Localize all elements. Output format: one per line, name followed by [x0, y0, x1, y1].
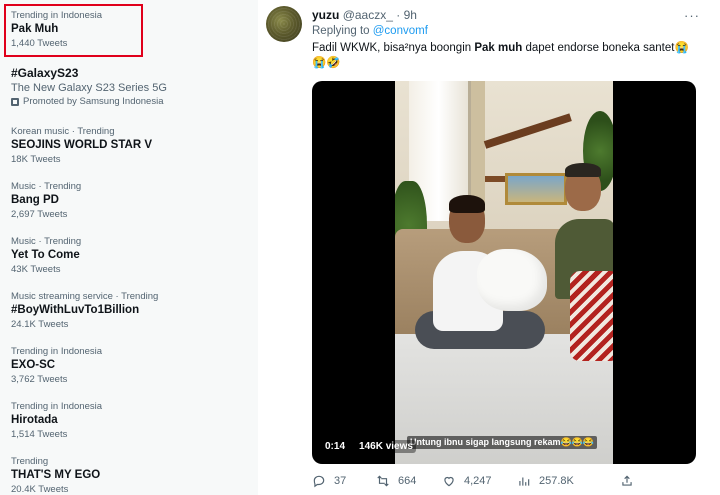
scene-person [570, 271, 613, 361]
trend-item[interactable]: Music streaming service · Trending #BoyW… [11, 291, 251, 331]
trend-name: Yet To Come [11, 249, 80, 261]
user-handle[interactable]: @aaczx_ [343, 8, 393, 22]
retweet-button[interactable]: 664 [376, 474, 416, 488]
retweet-count: 664 [398, 475, 417, 487]
video-caption: Untung ibnu sigap langsung rekam😂😂😂 [407, 436, 598, 449]
trend-name: SEOJINS WORLD STAR V [11, 139, 152, 151]
tweet-text: Fadil WKWK, bisa²nya boongin Pak muh dap… [312, 41, 712, 71]
video-frame: Untung ibnu sigap langsung rekam😂😂😂 [395, 81, 613, 464]
share-icon [622, 475, 632, 486]
mention-link[interactable]: @convomf [373, 25, 428, 37]
tweet-actions: 37 664 4,247 257.8K [312, 474, 662, 490]
trend-context: Music streaming service · Trending [11, 291, 159, 302]
trend-count: 3,762 Tweets [11, 374, 68, 385]
more-options-icon[interactable]: ··· [684, 8, 700, 23]
trend-count: 43K Tweets [11, 264, 61, 275]
trend-context: Music · Trending [11, 181, 82, 192]
promoted-trend-item[interactable]: #GalaxyS23 The New Galaxy S23 Series 5G … [11, 66, 251, 108]
trend-context: Trending in Indonesia [11, 401, 103, 412]
trend-name: #BoyWithLuvTo1Billion [11, 304, 140, 316]
share-button[interactable] [620, 474, 634, 488]
tweet[interactable]: yuzu @aaczx_ · 9h ··· Replying to @convo… [258, 0, 720, 495]
views-button[interactable]: 257.8K [517, 474, 574, 488]
trend-item[interactable]: Trending in Indonesia EXO-SC 3,762 Tweet… [11, 346, 251, 386]
trend-item[interactable]: Music · Trending Bang PD 2,697 Tweets [11, 181, 251, 221]
tweet-text-bold: Pak muh [474, 42, 523, 54]
trend-name: Hirotada [11, 414, 58, 426]
display-name[interactable]: yuzu [312, 8, 339, 22]
trend-count: 18K Tweets [11, 154, 61, 165]
reply-button[interactable]: 37 [312, 474, 346, 488]
trend-count: 2,697 Tweets [11, 209, 68, 220]
trend-item[interactable]: Trending THAT'S MY EGO 20.4K Tweets [11, 456, 251, 495]
tweet-text-part1: Fadil WKWK, bisa²nya boongin [312, 42, 475, 54]
tweet-text-line2: 😭🤣 [312, 57, 341, 69]
trend-item[interactable]: Trending in Indonesia Pak Muh 1,440 Twee… [11, 10, 251, 50]
scene-painting [505, 173, 567, 205]
views-icon [519, 477, 530, 486]
scene-person [449, 195, 485, 213]
replying-to: Replying to @convomf [312, 25, 428, 37]
views-count: 257.8K [539, 475, 574, 487]
trend-name: EXO-SC [11, 359, 56, 371]
trend-name: #GalaxyS23 [11, 66, 79, 80]
tweet-header: yuzu @aaczx_ · 9h [312, 8, 417, 23]
trends-panel: Trending in Indonesia Pak Muh 1,440 Twee… [0, 0, 258, 495]
trend-count: 20.4K Tweets [11, 484, 69, 495]
scene-person [565, 163, 601, 177]
trend-item[interactable]: Music · Trending Yet To Come 43K Tweets [11, 236, 251, 276]
promoted-label: Promoted by Samsung Indonesia [11, 95, 251, 108]
trend-context: Trending in Indonesia [11, 346, 103, 357]
promoted-icon [11, 97, 19, 106]
trend-item[interactable]: Trending in Indonesia Hirotada 1,514 Twe… [11, 401, 251, 441]
avatar[interactable] [266, 6, 302, 42]
scene-doll [477, 249, 547, 311]
trend-count: 1,514 Tweets [11, 429, 68, 440]
tweet-text-part2: dapet endorse boneka santet😭 [522, 42, 689, 54]
trend-context: Korean music · Trending [11, 126, 115, 137]
trend-item[interactable]: Korean music · Trending SEOJINS WORLD ST… [11, 126, 251, 166]
trend-context: Music · Trending [11, 236, 82, 247]
heart-icon [444, 476, 454, 487]
trend-name: THAT'S MY EGO [11, 469, 101, 481]
like-button[interactable]: 4,247 [442, 474, 492, 488]
trend-count: 24.1K Tweets [11, 319, 69, 330]
trend-description: The New Galaxy S23 Series 5G [11, 82, 167, 94]
like-count: 4,247 [464, 475, 492, 487]
trend-name: Bang PD [11, 194, 59, 206]
promoted-text: Promoted by Samsung Indonesia [23, 96, 164, 107]
reply-count: 37 [334, 475, 347, 487]
trend-context: Trending [11, 456, 49, 467]
video-duration: 0:14 [322, 440, 349, 453]
reply-icon [313, 475, 325, 488]
retweet-icon [377, 475, 389, 487]
video-stats: 0:14 146K views [322, 440, 416, 453]
tweet-time[interactable]: 9h [404, 8, 417, 22]
trend-context: Trending in Indonesia [11, 10, 103, 21]
replying-label: Replying to [312, 25, 370, 37]
video-views: 146K views [356, 440, 416, 453]
video-player[interactable]: Untung ibnu sigap langsung rekam😂😂😂 0:14… [312, 81, 696, 464]
trend-name: Pak Muh [11, 23, 59, 35]
separator-dot: · [396, 8, 401, 22]
trend-count: 1,440 Tweets [11, 38, 68, 49]
